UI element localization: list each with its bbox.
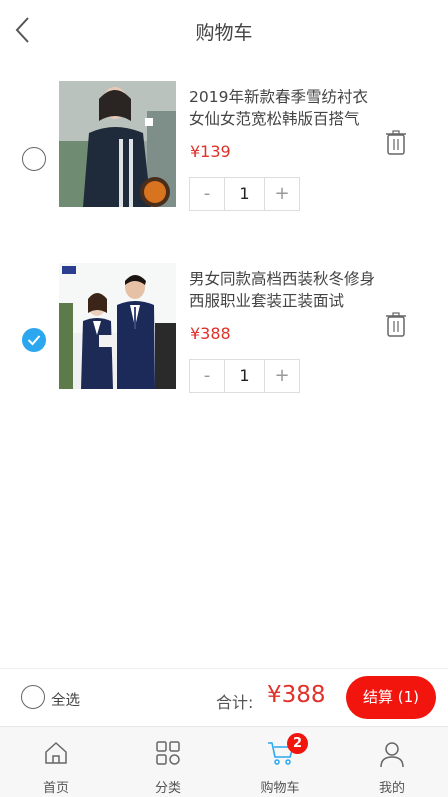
- tab-category[interactable]: 分类: [112, 727, 224, 797]
- product-price: ¥139: [190, 142, 231, 161]
- tab-bar: 首页 分类 2 购物车 我的: [0, 726, 448, 797]
- cart-item: 男女同款高档西装秋冬修身西服职业套装正装面试 ¥388 - 1 +: [0, 262, 448, 393]
- business-suits-couple-photo: [59, 263, 176, 389]
- checkmark-icon: [27, 335, 41, 346]
- page-title: 购物车: [195, 22, 253, 44]
- tab-label: 购物车: [260, 781, 300, 796]
- home-icon: [45, 742, 67, 764]
- trash-icon: [386, 130, 406, 155]
- decrease-button[interactable]: -: [190, 360, 224, 392]
- cart-item: 2019年新款春季雪纺衬衣女仙女范宽松韩版百搭气 ¥139 - 1 +: [0, 80, 448, 211]
- tab-label: 首页: [42, 781, 69, 796]
- product-price: ¥388: [190, 324, 231, 343]
- tab-profile[interactable]: 我的: [336, 727, 448, 797]
- product-title[interactable]: 男女同款高档西装秋冬修身西服职业套装正装面试: [189, 268, 377, 312]
- select-all-checkbox[interactable]: [21, 685, 45, 709]
- checkout-button[interactable]: 结算 (1): [346, 676, 436, 719]
- item-checkbox[interactable]: [22, 147, 46, 171]
- trash-icon: [386, 312, 406, 337]
- product-title[interactable]: 2019年新款春季雪纺衬衣女仙女范宽松韩版百搭气: [189, 86, 377, 130]
- user-icon: [380, 742, 404, 768]
- tab-label: 分类: [154, 781, 181, 796]
- product-image[interactable]: [59, 81, 176, 207]
- quantity-stepper: - 1 +: [189, 359, 300, 393]
- total-amount: ¥388: [267, 682, 326, 708]
- delete-button[interactable]: [385, 312, 407, 338]
- increase-button[interactable]: +: [265, 360, 299, 392]
- tab-label: 我的: [378, 781, 405, 796]
- select-all-label[interactable]: 全选: [51, 689, 80, 710]
- header: 购物车: [0, 0, 448, 62]
- delete-button[interactable]: [385, 130, 407, 156]
- product-image[interactable]: [59, 263, 176, 389]
- decrease-button[interactable]: -: [190, 178, 224, 210]
- category-grid-icon: [156, 741, 180, 765]
- woman-navy-sweater-photo: [59, 81, 176, 207]
- cart-badge: 2: [287, 733, 308, 754]
- quantity-input[interactable]: 1: [224, 178, 265, 210]
- tab-cart[interactable]: 2 购物车: [224, 727, 336, 797]
- quantity-stepper: - 1 +: [189, 177, 300, 211]
- increase-button[interactable]: +: [265, 178, 299, 210]
- total-label: 合计:: [216, 693, 254, 712]
- tab-home[interactable]: 首页: [0, 727, 112, 797]
- checkout-bar: 全选 合计: ¥388 结算 (1): [0, 668, 448, 726]
- item-checkbox[interactable]: [22, 328, 46, 352]
- quantity-input[interactable]: 1: [224, 360, 265, 392]
